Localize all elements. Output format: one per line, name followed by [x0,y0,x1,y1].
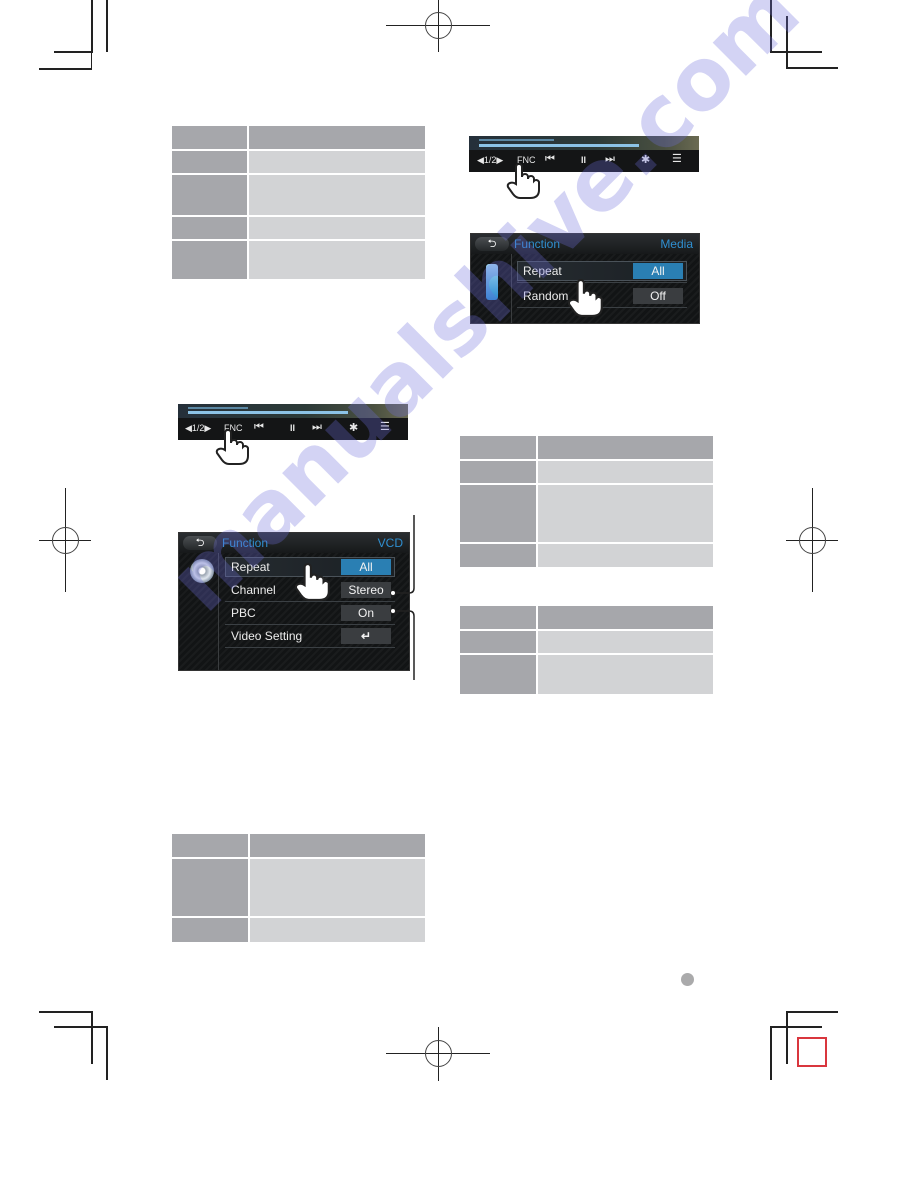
source-label: Media [660,237,693,251]
table-row [172,918,425,942]
table-row [460,544,713,567]
playback-control-bar: ◀1/2▶ FNC ⏮ II ⏭ ✱ ☰ [178,404,408,440]
table-row [172,217,425,239]
screen-title: Function [514,237,561,251]
trim-box [797,1037,827,1067]
back-button[interactable]: ⮌ [475,237,509,251]
table-header-row [172,834,425,857]
info-table-4 [172,834,425,942]
pause-icon[interactable]: II [290,422,295,434]
previous-icon[interactable]: ⏮ [254,421,264,433]
usb-icon [486,264,498,300]
tap-hand-icon [506,163,540,199]
tap-hand-icon [294,563,330,601]
callout-lines [390,515,415,680]
table-header-row [460,436,713,459]
menu-icon[interactable]: ☰ [672,153,682,165]
disc-icon [190,559,214,583]
table-row [460,461,713,483]
info-table-2 [460,436,713,567]
info-table-3 [460,606,713,694]
page-number-dot [681,973,694,986]
table-row [460,485,713,542]
menu-icon[interactable]: ☰ [380,421,390,433]
table-row [460,631,713,653]
random-value[interactable]: Off [633,288,683,304]
table-header-row [172,126,425,149]
table-row [172,151,425,173]
tap-hand-icon [567,279,603,317]
table-row [460,655,713,694]
info-table-1 [172,126,425,279]
settings-icon[interactable]: ✱ [349,422,358,434]
playback-control-bar: ◀1/2▶ FNC ⏮ II ⏭ ✱ ☰ [469,136,699,172]
settings-icon[interactable]: ✱ [641,154,650,166]
pause-icon[interactable]: II [581,154,586,166]
next-icon[interactable]: ⏭ [312,421,322,433]
screen-title: Function [222,536,269,550]
tap-hand-icon [215,429,249,465]
repeat-value[interactable]: All [633,263,683,279]
previous-icon[interactable]: ⏮ [545,153,555,165]
page-indicator[interactable]: ◀1/2▶ [185,422,211,434]
table-row [172,175,425,215]
table-header-row [460,606,713,629]
back-button[interactable]: ⮌ [183,536,217,550]
table-row [172,241,425,279]
page-indicator[interactable]: ◀1/2▶ [477,154,503,166]
table-row [172,859,425,916]
next-icon[interactable]: ⏭ [605,153,615,165]
